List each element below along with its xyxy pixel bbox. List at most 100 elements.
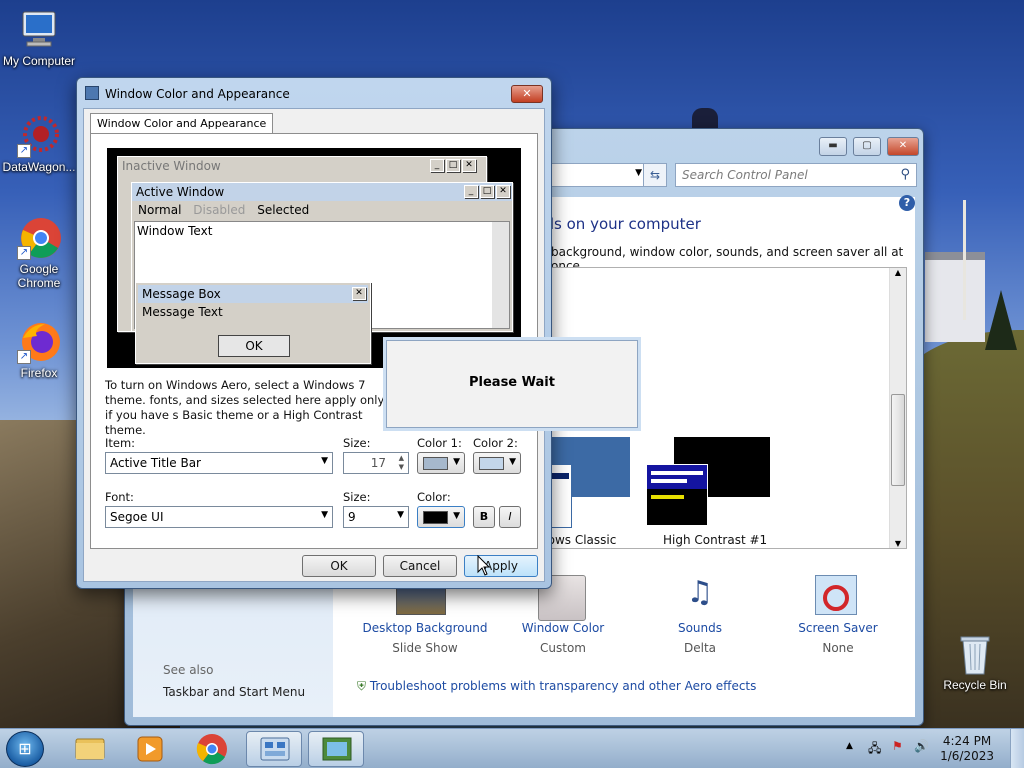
tab-window-color[interactable]: Window Color and Appearance [90, 113, 274, 133]
taskbar-window-color[interactable] [308, 731, 364, 767]
refresh-icon: ⇆ [649, 168, 661, 182]
window-color-icon [322, 737, 352, 761]
clock[interactable]: 4:24 PM 1/6/2023 [940, 734, 994, 764]
network-icon[interactable]: 🖧 [868, 739, 881, 760]
mouse-cursor-icon [477, 555, 491, 576]
window-color-dialog: Window Color and Appearance ✕ Window Col… [76, 77, 552, 589]
preview-ok-button: OK [218, 335, 290, 357]
datawagon-icon: ↗ [17, 114, 61, 158]
chevron-down-icon: ▼ [321, 456, 328, 466]
media-player-icon [137, 736, 163, 762]
font-color-swatch [423, 511, 448, 524]
taskbar-media-player[interactable] [122, 731, 178, 767]
desktop-icon-my-computer[interactable]: My Computer [0, 8, 78, 68]
preview-message-text: Message Text [142, 305, 223, 319]
close-button[interactable]: ✕ [887, 137, 919, 156]
wallpaper-tree [985, 290, 1017, 350]
show-desktop-button[interactable] [1010, 729, 1024, 768]
screen-saver-icon [773, 575, 903, 621]
color2-label: Color 2: [473, 436, 518, 450]
wallpaper-house [925, 252, 985, 342]
italic-button[interactable]: I [499, 506, 521, 528]
color2-button[interactable]: ▼ [473, 452, 521, 474]
theme-high-contrast-label: High Contrast #1 [663, 533, 768, 547]
preview-menu-normal: Normal [138, 203, 182, 217]
start-button[interactable]: ⊞ [6, 731, 44, 767]
preview-menu-disabled: Disabled [193, 203, 246, 217]
show-hidden-icons-icon[interactable]: ▲ [846, 741, 853, 751]
dialog-close-button[interactable]: ✕ [511, 85, 543, 103]
chevron-down-icon: ▼ [321, 510, 328, 520]
taskbar-control-panel[interactable] [246, 731, 302, 767]
font-color-label: Color: [417, 490, 451, 504]
color1-label: Color 1: [417, 436, 462, 450]
apply-button[interactable]: Apply [464, 555, 538, 577]
minimize-button[interactable]: ▬ [819, 137, 847, 156]
action-center-icon[interactable]: ⚑ [892, 739, 903, 753]
ok-button[interactable]: OK [302, 555, 376, 577]
item-size-label: Size: [343, 436, 371, 450]
color2-swatch [479, 457, 504, 470]
maximize-button[interactable]: ▢ [853, 137, 881, 156]
preview-menu-selected: Selected [257, 203, 310, 217]
shield-icon: ⛨ [357, 679, 367, 693]
desktop-icon-recycle-bin[interactable]: Recycle Bin [936, 632, 1014, 692]
refresh-button[interactable]: ⇆ [643, 163, 667, 187]
troubleshoot-link[interactable]: ⛨ Troubleshoot problems with transparenc… [357, 679, 756, 694]
sounds-link[interactable]: ♫ Sounds Delta [635, 575, 765, 655]
windows-logo-icon: ⊞ [18, 739, 32, 758]
item-select[interactable]: Active Title Bar ▼ [105, 452, 333, 474]
wallpaper-flagpole [963, 200, 966, 320]
wallpaper-lighthouse [692, 108, 718, 130]
font-select[interactable]: Segoe UI ▼ [105, 506, 333, 528]
chevron-down-icon: ▼ [453, 457, 460, 467]
recycle-bin-icon [953, 632, 997, 676]
item-label: Item: [105, 436, 136, 450]
clock-time: 4:24 PM [942, 734, 992, 748]
cancel-button[interactable]: Cancel [383, 555, 457, 577]
desktop-icon-datawagon[interactable]: ↗ DataWagon... [0, 114, 78, 174]
bold-button[interactable]: B [473, 506, 495, 528]
color1-button[interactable]: ▼ [417, 452, 465, 474]
please-wait-dialog: Please Wait [386, 340, 638, 428]
chevron-down-icon: ▼ [453, 511, 460, 521]
desktop-icon-chrome[interactable]: ↗ Google Chrome [0, 216, 78, 290]
taskbar-explorer[interactable] [62, 731, 118, 767]
please-wait-text: Please Wait [469, 375, 555, 390]
chrome-icon [196, 734, 227, 765]
preview-message-box[interactable]: Message Box ✕ Message Text OK [135, 282, 371, 364]
desktop-icon-firefox[interactable]: ↗ Firefox [0, 320, 78, 380]
scroll-thumb[interactable] [891, 394, 905, 486]
instructions-text: To turn on Windows Aero, select a Window… [105, 378, 385, 437]
item-size-stepper[interactable]: 17 ▲ ▼ [343, 452, 409, 474]
page-heading: nds on your computer [535, 215, 701, 233]
theme-high-contrast-window [646, 464, 708, 526]
preview-scrollbar [492, 222, 509, 328]
sounds-icon: ♫ [686, 575, 714, 610]
font-size-label: Size: [343, 490, 371, 504]
font-color-button[interactable]: ▼ [417, 506, 465, 528]
volume-icon[interactable]: 🔊 [914, 739, 929, 753]
stepper-arrows-icon[interactable]: ▲ ▼ [399, 454, 404, 472]
search-input[interactable]: Search Control Panel ⚲ [675, 163, 917, 187]
preview-window-text: Window Text [137, 224, 213, 238]
screen-saver-link[interactable]: Screen Saver None [773, 575, 903, 655]
taskbar-chrome[interactable] [184, 731, 240, 767]
chevron-down-icon[interactable]: ▼ [635, 168, 642, 178]
taskbar: ⊞ ▲ 🖧 ⚑ 🔊 4:24 PM 1/6/2023 [0, 728, 1024, 768]
computer-icon [17, 8, 61, 52]
firefox-icon: ↗ [17, 320, 61, 364]
search-icon: ⚲ [900, 167, 910, 182]
appearance-preview[interactable]: Inactive Window _ □ ✕ Active Window _ □ ✕ No… [107, 148, 521, 368]
help-icon[interactable]: ? [899, 195, 915, 211]
folder-icon [75, 738, 105, 760]
chevron-down-icon: ▼ [509, 457, 516, 467]
themes-scrollbar[interactable]: ▲ ▼ [889, 268, 906, 548]
chrome-icon: ↗ [17, 216, 61, 260]
scroll-down-icon[interactable]: ▼ [890, 539, 906, 548]
dialog-app-icon [85, 86, 99, 100]
font-label: Font: [105, 490, 134, 504]
scroll-up-icon[interactable]: ▲ [890, 268, 906, 277]
font-size-select[interactable]: 9 ▼ [343, 506, 409, 528]
taskbar-start-menu-link[interactable]: Taskbar and Start Menu [163, 685, 305, 699]
